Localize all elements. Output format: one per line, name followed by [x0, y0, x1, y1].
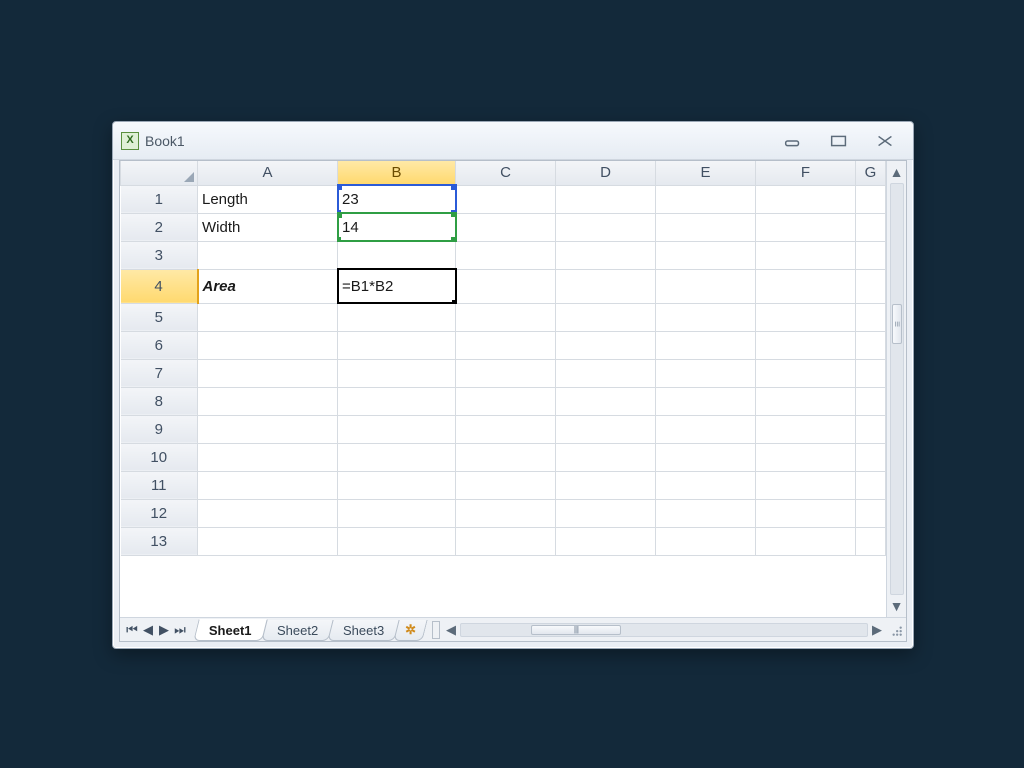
cell-d3[interactable] — [556, 241, 656, 269]
sheet-nav-buttons: ⏮ ◀ ▶ ⏭ — [120, 618, 192, 641]
hscroll-thumb[interactable] — [531, 625, 621, 635]
cell-d1[interactable] — [556, 185, 656, 213]
horizontal-scrollbar[interactable]: ◀ ▶ — [432, 618, 886, 641]
row-header-1[interactable]: 1 — [121, 185, 198, 213]
vscroll-thumb[interactable] — [892, 304, 902, 344]
row-header-5[interactable]: 5 — [121, 303, 198, 331]
maximize-button[interactable] — [825, 132, 853, 150]
row-header-11[interactable]: 11 — [121, 471, 198, 499]
title-bar[interactable]: Book1 — [113, 122, 913, 160]
cell-a4[interactable]: Area — [198, 269, 338, 303]
resize-grip-icon[interactable] — [886, 618, 906, 641]
column-header-d[interactable]: D — [556, 161, 656, 185]
cell-d2[interactable] — [556, 213, 656, 241]
scroll-up-icon[interactable]: ▲ — [888, 163, 906, 181]
column-header-b[interactable]: B — [338, 161, 456, 185]
scroll-down-icon[interactable]: ▼ — [888, 597, 906, 615]
cell-a2[interactable]: Width — [198, 213, 338, 241]
row-header-9[interactable]: 9 — [121, 415, 198, 443]
row-header-8[interactable]: 8 — [121, 387, 198, 415]
cell-a1[interactable]: Length — [198, 185, 338, 213]
new-sheet-button[interactable]: ✲ — [393, 620, 427, 641]
sheet-tab-2[interactable]: Sheet2 — [261, 620, 333, 641]
scroll-left-icon[interactable]: ◀ — [442, 621, 460, 639]
column-header-f[interactable]: F — [756, 161, 856, 185]
cell-c1[interactable] — [456, 185, 556, 213]
sheet-tab-1[interactable]: Sheet1 — [193, 619, 267, 641]
column-header-c[interactable]: C — [456, 161, 556, 185]
row-header-2[interactable]: 2 — [121, 213, 198, 241]
cell-e4[interactable] — [656, 269, 756, 303]
row-header-3[interactable]: 3 — [121, 241, 198, 269]
cell-f2[interactable] — [756, 213, 856, 241]
close-button[interactable] — [871, 132, 899, 150]
new-sheet-icon: ✲ — [405, 622, 416, 638]
cell-c3[interactable] — [456, 241, 556, 269]
cell-b1[interactable]: 23 — [338, 185, 456, 213]
row-header-6[interactable]: 6 — [121, 331, 198, 359]
prev-sheet-button[interactable]: ◀ — [140, 621, 156, 639]
sheet-tab-3[interactable]: Sheet3 — [327, 620, 399, 641]
next-sheet-button[interactable]: ▶ — [156, 621, 172, 639]
cell-c2[interactable] — [456, 213, 556, 241]
vertical-scrollbar[interactable]: ▲ ▼ — [886, 161, 906, 617]
row-header-12[interactable]: 12 — [121, 499, 198, 527]
scroll-right-icon[interactable]: ▶ — [868, 621, 886, 639]
excel-icon — [121, 132, 139, 150]
first-sheet-button[interactable]: ⏮ — [124, 621, 140, 639]
last-sheet-button[interactable]: ⏭ — [172, 621, 188, 639]
worksheet-area: A B C D E F G 1 Length 23 — [119, 160, 907, 642]
cell-f3[interactable] — [756, 241, 856, 269]
sheet-tab-bar: ⏮ ◀ ▶ ⏭ Sheet1 Sheet2 Sheet3 ✲ ◀ ▶ — [120, 617, 906, 641]
row-header-7[interactable]: 7 — [121, 359, 198, 387]
cell-g3[interactable] — [856, 241, 886, 269]
cell-g4[interactable] — [856, 269, 886, 303]
cell-b3[interactable] — [338, 241, 456, 269]
column-header-e[interactable]: E — [656, 161, 756, 185]
row-header-4[interactable]: 4 — [121, 269, 198, 303]
cell-e2[interactable] — [656, 213, 756, 241]
vscroll-track[interactable] — [890, 183, 904, 595]
spreadsheet-grid[interactable]: A B C D E F G 1 Length 23 — [120, 161, 886, 617]
column-header-g[interactable]: G — [856, 161, 886, 185]
cell-e1[interactable] — [656, 185, 756, 213]
select-all-corner[interactable] — [121, 161, 198, 185]
cell-f1[interactable] — [756, 185, 856, 213]
hscroll-track[interactable] — [460, 623, 868, 637]
tab-split-handle[interactable] — [432, 621, 440, 639]
cell-b2[interactable]: 14 — [338, 213, 456, 241]
minimize-button[interactable] — [779, 132, 807, 150]
cell-f4[interactable] — [756, 269, 856, 303]
cell-e3[interactable] — [656, 241, 756, 269]
window-title: Book1 — [145, 133, 185, 149]
cell-g2[interactable] — [856, 213, 886, 241]
cell-d4[interactable] — [556, 269, 656, 303]
workbook-window: Book1 A B C — [112, 121, 914, 649]
row-header-13[interactable]: 13 — [121, 527, 198, 555]
cell-a3[interactable] — [198, 241, 338, 269]
column-header-a[interactable]: A — [198, 161, 338, 185]
row-header-10[interactable]: 10 — [121, 443, 198, 471]
sheet-tabs: Sheet1 Sheet2 Sheet3 ✲ — [196, 618, 424, 641]
cell-g1[interactable] — [856, 185, 886, 213]
cell-c4[interactable] — [456, 269, 556, 303]
cell-b4[interactable]: =B1*B2 — [338, 269, 456, 303]
